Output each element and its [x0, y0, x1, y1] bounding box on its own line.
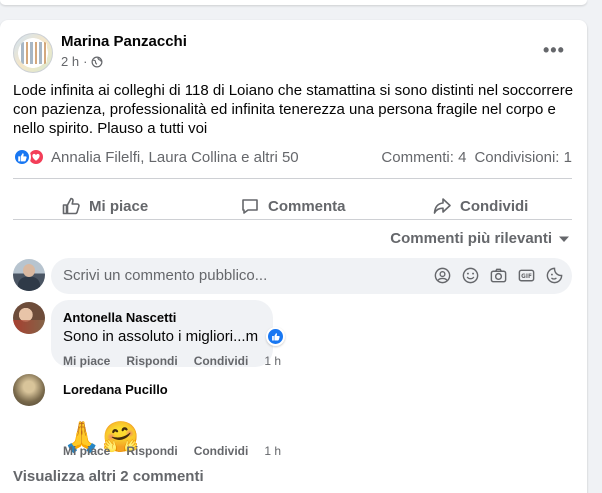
- comment-button[interactable]: Commenta: [240, 196, 346, 216]
- reactions-names: Annalia Filelfi, Laura Collina e altri 5…: [51, 148, 299, 166]
- comment-time[interactable]: 1 h: [264, 354, 281, 368]
- like-button[interactable]: Mi piace: [61, 196, 148, 216]
- comment-actions: Mi piace Rispondi Condividi 1 h: [63, 354, 281, 368]
- comments-count[interactable]: Commenti: 4: [381, 149, 466, 166]
- like-button-label: Mi piace: [89, 197, 149, 215]
- divider: [13, 219, 572, 220]
- caret-down-icon: [559, 236, 569, 242]
- comment-like-reaction-icon[interactable]: [266, 327, 285, 346]
- share-icon: [433, 198, 451, 214]
- commenter-avatar[interactable]: [13, 374, 45, 406]
- post-author-name[interactable]: Marina Panzacchi: [61, 33, 187, 50]
- post-time[interactable]: 2 h: [61, 54, 79, 69]
- shares-count[interactable]: Condivisioni: 1: [474, 149, 572, 166]
- post-text: Lode infinita ai colleghi di 118 di Loia…: [13, 82, 574, 137]
- gif-icon[interactable]: GIF: [517, 266, 536, 285]
- avatar-sticker-icon[interactable]: [433, 266, 452, 285]
- comment-button-label: Commenta: [268, 197, 346, 215]
- comment-input-tools: GIF: [433, 266, 564, 285]
- comment-author[interactable]: Loredana Pucillo: [63, 382, 168, 397]
- commenter-avatar[interactable]: [13, 302, 45, 334]
- current-user-avatar: [13, 259, 45, 291]
- camera-icon[interactable]: [489, 266, 508, 285]
- reactions-summary[interactable]: Annalia Filelfi, Laura Collina e altri 5…: [13, 148, 299, 166]
- comment-share-link[interactable]: Condividi: [194, 444, 249, 458]
- comment-share-link[interactable]: Condividi: [194, 354, 249, 368]
- comment-time[interactable]: 1 h: [264, 444, 281, 458]
- post-counts: Commenti: 4 Condivisioni: 1: [381, 149, 572, 166]
- share-button[interactable]: Condividi: [432, 196, 528, 216]
- comment-icon: [242, 199, 258, 214]
- more-options-icon[interactable]: •••: [543, 40, 565, 61]
- comment-reply-link[interactable]: Rispondi: [126, 354, 177, 368]
- svg-text:GIF: GIF: [521, 274, 532, 280]
- smiley-icon[interactable]: [461, 266, 480, 285]
- share-button-label: Condividi: [460, 197, 529, 215]
- sort-label: Commenti più rilevanti: [390, 230, 552, 247]
- view-more-comments-link[interactable]: Visualizza altri 2 commenti: [13, 468, 204, 485]
- comment-like-link[interactable]: Mi piace: [63, 354, 110, 368]
- author-avatar[interactable]: [13, 33, 53, 73]
- comment-author[interactable]: Antonella Nascetti: [63, 310, 176, 325]
- thumbs-up-icon: [62, 197, 80, 215]
- divider: [13, 178, 572, 179]
- comment-reply-link[interactable]: Rispondi: [126, 444, 177, 458]
- sticker-icon[interactable]: [545, 266, 564, 285]
- like-reaction-icon: [13, 148, 31, 166]
- previous-post-edge: [0, 0, 587, 5]
- comment-actions: Mi piace Rispondi Condividi 1 h: [63, 444, 281, 458]
- post-card: Marina Panzacchi 2 h · ••• Lode infinita…: [0, 20, 587, 493]
- meta-separator: ·: [83, 54, 88, 69]
- comment-like-link[interactable]: Mi piace: [63, 444, 110, 458]
- comments-sort-dropdown[interactable]: Commenti più rilevanti: [390, 230, 570, 247]
- post-meta: 2 h ·: [61, 54, 103, 69]
- globe-icon: [91, 56, 103, 67]
- comment-input-placeholder: Scrivi un commento pubblico...: [63, 267, 268, 284]
- comment-text: Sono in assoluto i migliori...m: [63, 328, 259, 345]
- comment-input[interactable]: Scrivi un commento pubblico... GIF: [51, 258, 572, 294]
